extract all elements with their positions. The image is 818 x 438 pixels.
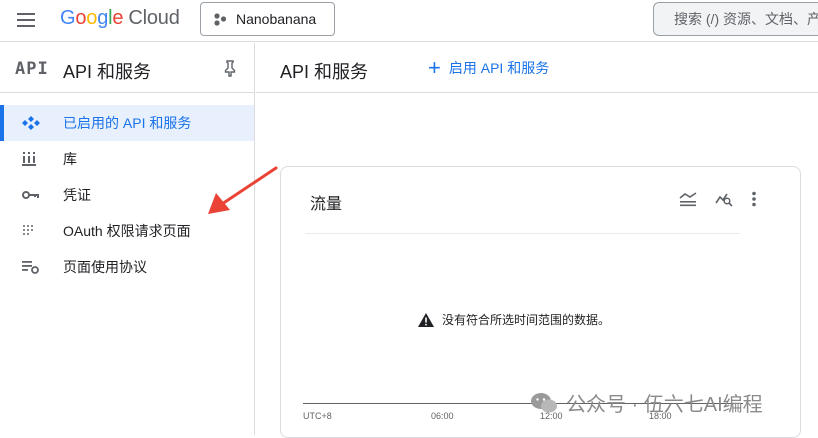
api-logo-icon: API	[15, 59, 49, 79]
watermark-text: 公众号 · 伍六七AI编程	[566, 394, 763, 416]
google-cloud-logo[interactable]: Google Cloud	[60, 7, 180, 30]
no-data-message: 没有符合所选时间范围的数据。	[418, 311, 610, 328]
top-bar: Google Cloud Nanobanana	[0, 0, 818, 42]
warning-icon	[418, 312, 434, 327]
more-options-icon[interactable]	[751, 191, 757, 212]
watermark: 公众号 · 伍六七AI编程	[530, 388, 763, 417]
sidebar-item-label: OAuth 权限请求页面	[63, 223, 191, 239]
sidebar-item-page-usage[interactable]: 页面使用协议	[0, 249, 254, 285]
hamburger-menu-icon[interactable]	[14, 10, 38, 30]
sidebar-header: API API 和服务	[0, 43, 254, 93]
sidebar-item-label: 库	[63, 151, 77, 167]
sidebar-item-label: 凭证	[63, 187, 91, 203]
wechat-icon	[531, 392, 557, 412]
content-header: API 和服务 + 启用 API 和服务	[256, 43, 818, 93]
library-icon	[22, 152, 36, 166]
logo-cloud-text: Cloud	[128, 7, 180, 29]
enable-apis-label: 启用 API 和服务	[448, 60, 550, 76]
card-divider	[305, 233, 740, 234]
legend-toggle-icon[interactable]	[679, 191, 697, 212]
search-input[interactable]	[674, 11, 818, 27]
sidebar-item-label: 已启用的 API 和服务	[63, 115, 192, 131]
x-tick-label: UTC+8	[303, 411, 332, 421]
enable-apis-button[interactable]: + 启用 API 和服务	[428, 55, 550, 80]
no-data-text: 没有符合所选时间范围的数据。	[442, 313, 611, 327]
card-toolbar	[679, 191, 757, 212]
annotation-arrow-icon	[208, 166, 278, 214]
sidebar: API API 和服务 已启用的 API 和服务 库 凭证 OAuth 权限请求…	[0, 43, 255, 435]
oauth-consent-icon	[23, 225, 33, 235]
search-box[interactable]	[653, 2, 818, 36]
plus-icon: +	[428, 55, 441, 80]
pin-icon[interactable]	[222, 59, 238, 77]
key-icon	[22, 191, 39, 199]
sidebar-item-label: 页面使用协议	[63, 259, 147, 275]
explore-chart-icon[interactable]	[715, 191, 733, 212]
traffic-card-title: 流量	[310, 196, 343, 213]
project-dots-icon	[214, 13, 227, 26]
logo-google-text: Google	[60, 7, 124, 29]
page-usage-settings-icon	[22, 261, 39, 274]
project-selector-button[interactable]: Nanobanana	[200, 2, 335, 36]
sidebar-item-enabled-apis[interactable]: 已启用的 API 和服务	[0, 105, 254, 141]
page-title: API 和服务	[280, 62, 369, 82]
api-diamond-icon	[22, 116, 40, 130]
project-name: Nanobanana	[236, 11, 317, 27]
x-tick-label: 06:00	[431, 411, 454, 421]
sidebar-title: API 和服务	[63, 62, 152, 82]
